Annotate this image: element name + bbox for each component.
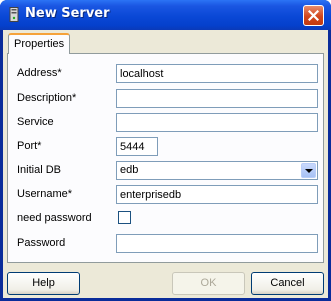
description-field[interactable]	[116, 89, 318, 108]
tab-properties[interactable]: Properties	[8, 33, 70, 54]
initial-db-select[interactable]: edb	[116, 161, 318, 180]
password-label: Password	[17, 237, 66, 249]
username-label: Username*	[17, 188, 73, 200]
need-password-label: need password	[17, 212, 92, 224]
chevron-down-icon[interactable]	[301, 163, 316, 178]
port-label: Port*	[17, 140, 42, 152]
help-button[interactable]: Help	[7, 272, 80, 295]
port-field[interactable]	[116, 137, 158, 156]
title-bar[interactable]: New Server	[0, 0, 331, 30]
close-icon	[308, 10, 319, 21]
service-label: Service	[17, 116, 54, 128]
service-field[interactable]	[116, 113, 318, 132]
initial-db-label: Initial DB	[17, 164, 62, 176]
initial-db-value: edb	[120, 164, 139, 176]
server-icon	[9, 7, 19, 22]
close-button[interactable]	[303, 5, 324, 26]
password-field[interactable]	[116, 234, 318, 253]
address-field[interactable]	[116, 64, 318, 83]
username-field[interactable]	[116, 185, 318, 204]
cancel-button[interactable]: Cancel	[251, 272, 324, 295]
address-label: Address*	[17, 67, 62, 79]
description-label: Description*	[17, 92, 77, 104]
properties-panel: Address* Description* Service Port* Init…	[7, 53, 324, 263]
window-title: New Server	[25, 6, 110, 21]
ok-button[interactable]: OK	[172, 272, 245, 295]
dialog-body: Properties Address* Description* Service…	[3, 30, 328, 298]
new-server-dialog: New Server Properties Address* Descripti…	[0, 0, 331, 301]
need-password-checkbox[interactable]	[118, 211, 131, 224]
